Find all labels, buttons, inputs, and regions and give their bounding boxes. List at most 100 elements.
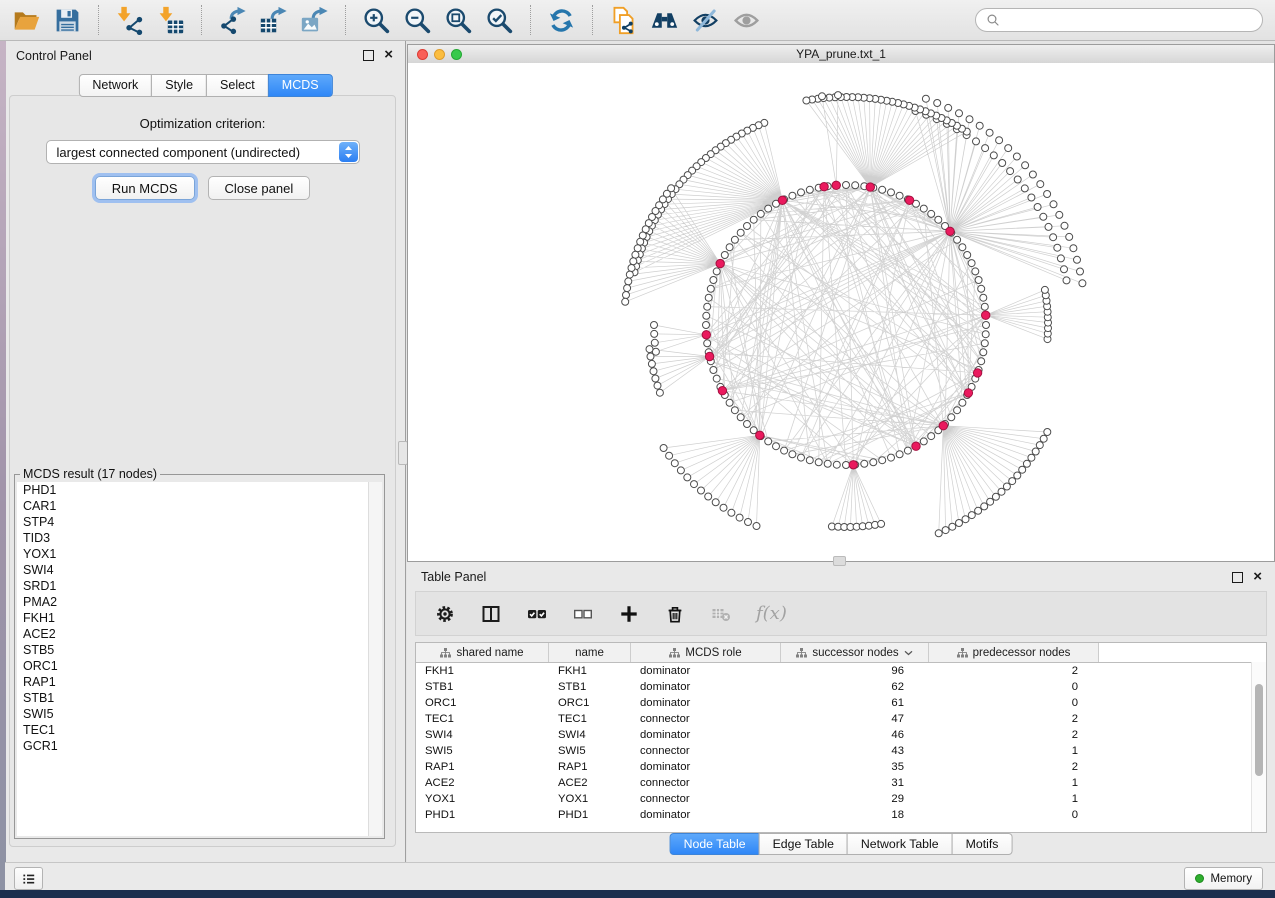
deselect-all-icon[interactable] <box>572 603 593 624</box>
zoom-out-icon[interactable] <box>400 3 435 37</box>
apply-function-icon: f(x) <box>756 603 787 624</box>
table-cell: SWI5 <box>416 743 549 759</box>
app-window: Control Panel × NetworkStyleSelectMCDS O… <box>0 0 1275 898</box>
tab-motifs[interactable]: Motifs <box>952 833 1013 855</box>
table-panel-close-icon[interactable]: × <box>1253 571 1262 582</box>
mcds-node-item[interactable]: STB5 <box>17 642 382 658</box>
mcds-node-item[interactable]: YOX1 <box>17 546 382 562</box>
first-neighbors-icon[interactable] <box>647 3 682 37</box>
zoom-selected-icon[interactable] <box>482 3 517 37</box>
table-cell: 47 <box>781 711 929 727</box>
close-traffic-light-icon[interactable] <box>417 49 428 60</box>
horizontal-splitter-handle[interactable] <box>833 556 846 566</box>
tab-network[interactable]: Network <box>78 74 152 97</box>
table-cell: ACE2 <box>549 775 631 791</box>
minimize-traffic-light-icon[interactable] <box>434 49 445 60</box>
mcds-result-list[interactable]: PHD1CAR1STP4TID3YOX1SWI4SRD1PMA2FKH1ACE2… <box>17 482 382 836</box>
mcds-node-item[interactable]: SRD1 <box>17 578 382 594</box>
table-row[interactable]: FKH1FKH1dominator962 <box>416 663 1266 679</box>
mcds-node-item[interactable]: GCR1 <box>17 738 382 754</box>
mcds-node-item[interactable]: ACE2 <box>17 626 382 642</box>
toolbar-separator <box>98 5 99 35</box>
table-cell: 29 <box>781 791 929 807</box>
search-box[interactable] <box>975 8 1263 32</box>
mcds-node-item[interactable]: SWI4 <box>17 562 382 578</box>
zoom-in-icon[interactable] <box>359 3 394 37</box>
tab-style[interactable]: Style <box>151 74 207 97</box>
table-cell: 31 <box>781 775 929 791</box>
open-file-icon[interactable] <box>9 3 44 37</box>
table-row[interactable]: RAP1RAP1dominator352 <box>416 759 1266 775</box>
columns-icon[interactable] <box>480 603 501 624</box>
mcds-node-item[interactable]: TID3 <box>17 530 382 546</box>
network-titlebar[interactable]: YPA_prune.txt_1 <box>408 45 1274 64</box>
settings-icon[interactable] <box>434 603 455 624</box>
column-header-shared-name[interactable]: shared name <box>416 643 549 662</box>
control-panel-close-icon[interactable]: × <box>384 49 393 60</box>
column-header-name[interactable]: name <box>549 643 631 662</box>
tab-node-table[interactable]: Node Table <box>670 833 760 855</box>
tab-select[interactable]: Select <box>206 74 269 97</box>
mcds-node-item[interactable]: PMA2 <box>17 594 382 610</box>
mcds-node-item[interactable]: TEC1 <box>17 722 382 738</box>
export-image-icon[interactable] <box>297 3 332 37</box>
mcds-node-item[interactable]: STP4 <box>17 514 382 530</box>
table-panel: Table Panel × f(x) shared namenameMCDS r… <box>407 562 1275 862</box>
table-row[interactable]: SWI5SWI5connector431 <box>416 743 1266 759</box>
control-panel-float-icon[interactable] <box>363 50 374 61</box>
table-row[interactable]: STB1STB1dominator620 <box>416 679 1266 695</box>
mcds-node-item[interactable]: PHD1 <box>17 482 382 498</box>
mcds-node-item[interactable]: CAR1 <box>17 498 382 514</box>
memory-button[interactable]: Memory <box>1184 867 1263 890</box>
network-canvas-svg[interactable] <box>408 63 1274 561</box>
mcds-node-item[interactable]: RAP1 <box>17 674 382 690</box>
import-network-icon[interactable] <box>112 3 147 37</box>
search-input[interactable] <box>1005 10 1256 30</box>
delete-rows-icon[interactable] <box>664 603 685 624</box>
table-row[interactable]: PHD1PHD1dominator180 <box>416 807 1266 823</box>
criterion-select[interactable]: largest connected component (undirected) <box>46 140 360 164</box>
mcds-list-scrollbar[interactable] <box>368 482 382 836</box>
table-row[interactable]: YOX1YOX1connector291 <box>416 791 1266 807</box>
export-network-icon[interactable] <box>215 3 250 37</box>
column-header-predecessor-nodes[interactable]: predecessor nodes <box>929 643 1099 662</box>
zoom-fit-icon[interactable] <box>441 3 476 37</box>
import-table-icon[interactable] <box>153 3 188 37</box>
mcds-node-item[interactable]: SWI5 <box>17 706 382 722</box>
save-session-icon[interactable] <box>50 3 85 37</box>
show-all-icon[interactable] <box>729 3 764 37</box>
table-cell: 0 <box>929 695 1099 711</box>
mcds-node-item[interactable]: ORC1 <box>17 658 382 674</box>
close-panel-button[interactable]: Close panel <box>208 176 311 200</box>
table-row[interactable]: ORC1ORC1dominator610 <box>416 695 1266 711</box>
table-cell: 1 <box>929 743 1099 759</box>
select-all-icon[interactable] <box>526 603 547 624</box>
refresh-view-icon[interactable] <box>544 3 579 37</box>
table-row[interactable]: ACE2ACE2connector311 <box>416 775 1266 791</box>
hide-selected-icon[interactable] <box>688 3 723 37</box>
zoom-traffic-light-icon[interactable] <box>451 49 462 60</box>
network-canvas[interactable] <box>408 63 1274 561</box>
tab-edge-table[interactable]: Edge Table <box>759 833 848 855</box>
table-cell: connector <box>631 775 781 791</box>
table-scrollbar-thumb[interactable] <box>1255 684 1263 776</box>
tab-network-table[interactable]: Network Table <box>847 833 953 855</box>
clone-network-icon[interactable] <box>606 3 641 37</box>
column-header-MCDS-role[interactable]: MCDS role <box>631 643 781 662</box>
table-panel-float-icon[interactable] <box>1232 572 1243 583</box>
mcds-node-item[interactable]: FKH1 <box>17 610 382 626</box>
table-row[interactable]: TEC1TEC1connector472 <box>416 711 1266 727</box>
network-title: YPA_prune.txt_1 <box>408 45 1274 63</box>
mcds-node-item[interactable]: STB1 <box>17 690 382 706</box>
table-cell: connector <box>631 711 781 727</box>
tab-mcds[interactable]: MCDS <box>268 74 333 97</box>
run-mcds-button[interactable]: Run MCDS <box>95 176 195 200</box>
add-row-icon[interactable] <box>618 603 639 624</box>
column-header-successor-nodes[interactable]: successor nodes <box>781 643 929 662</box>
table-cell: FKH1 <box>416 663 549 679</box>
task-history-button[interactable] <box>14 867 43 890</box>
export-table-icon[interactable] <box>256 3 291 37</box>
table-row[interactable]: SWI4SWI4dominator462 <box>416 727 1266 743</box>
table-scrollbar[interactable] <box>1251 662 1266 832</box>
table-cell: dominator <box>631 727 781 743</box>
